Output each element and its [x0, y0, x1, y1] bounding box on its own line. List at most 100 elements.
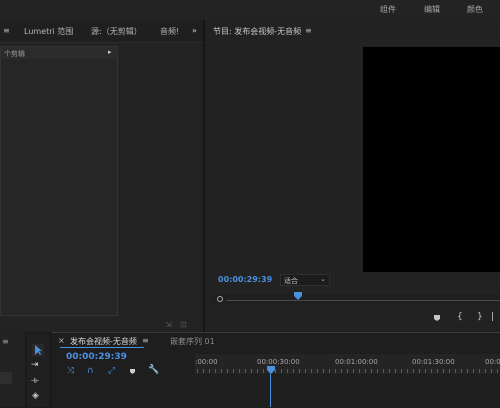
ruler-tick: [371, 369, 372, 373]
menu-icon[interactable]: ≡: [142, 336, 149, 345]
fit-select[interactable]: 适合 ⌄: [280, 274, 330, 286]
ruler-tick: [239, 369, 240, 373]
menu-icon[interactable]: ≡: [3, 26, 10, 35]
project-panel-edge: ≡: [0, 332, 25, 407]
ruler-tick: [263, 369, 264, 373]
linked-selection-icon[interactable]: ⤢: [108, 366, 115, 376]
ruler-tick: [293, 369, 294, 373]
close-icon[interactable]: ×: [58, 336, 65, 345]
ruler-tick: [473, 369, 474, 373]
ruler-tick: [479, 369, 480, 373]
ruler-tick: [323, 369, 324, 373]
ruler-ticks: [197, 369, 498, 373]
ruler-tick: [251, 369, 252, 373]
tab-audio[interactable]: 音频!: [160, 26, 179, 37]
ruler-tick: [311, 369, 312, 373]
mark-out-icon[interactable]: }: [477, 312, 483, 322]
tab-nested-sequence[interactable]: 嵌套序列 01: [170, 336, 215, 347]
playhead-line: [270, 374, 271, 407]
ruler-tick: [461, 369, 462, 373]
export-frame-icon[interactable]: ⇲: [165, 320, 172, 329]
ruler-tick: [437, 369, 438, 373]
track-select-icon[interactable]: ⇥: [31, 360, 39, 370]
chevron-right-icon[interactable]: ▸: [108, 48, 112, 56]
ruler-tick: [359, 369, 360, 373]
ruler-tick: [455, 369, 456, 373]
chevron-down-icon: ⌄: [320, 275, 326, 283]
active-tab-underline: [60, 347, 144, 348]
ruler-tick: [287, 369, 288, 373]
ruler-tick: [377, 369, 378, 373]
program-monitor-title[interactable]: 节目: 发布会视频-无音频: [213, 26, 301, 37]
left-panel: ≡ Lumetri 范围 源:（无剪辑） 音频! » 个剪辑 ▸ ⇲ ⊡: [0, 20, 203, 332]
ripple-edit-icon[interactable]: ⟛: [31, 376, 39, 386]
program-scrub-bar[interactable]: [212, 292, 500, 305]
menu-icon[interactable]: ≡: [2, 337, 9, 346]
video-preview: [363, 47, 500, 272]
go-to-in-icon[interactable]: |: [491, 312, 494, 322]
menu-icon[interactable]: ≡: [305, 26, 312, 35]
ruler-tick: [215, 369, 216, 373]
clip-list-header-label: 个剪辑: [4, 50, 25, 58]
project-item-thumb[interactable]: [0, 372, 12, 384]
clip-list-header: 个剪辑 ▸: [1, 47, 117, 59]
wrench-icon[interactable]: 🔧: [148, 365, 159, 375]
ruler-tick: [467, 369, 468, 373]
ruler-tick: [281, 369, 282, 373]
ruler-tick: [389, 369, 390, 373]
ruler-tick: [341, 369, 342, 373]
mark-in-icon[interactable]: {: [457, 312, 463, 322]
ruler-tick: [329, 369, 330, 373]
playhead-icon[interactable]: [294, 292, 302, 300]
ruler-tick: [413, 369, 414, 373]
ruler-tick: [347, 369, 348, 373]
ruler-tick: [335, 369, 336, 373]
selection-tool-icon[interactable]: [32, 344, 44, 356]
ruler-tick: [401, 369, 402, 373]
ruler-tick: [431, 369, 432, 373]
menu-item-color[interactable]: 颜色: [467, 4, 483, 15]
sequence-timecode[interactable]: 00:00:29:39: [66, 352, 127, 362]
link-icon[interactable]: ∩: [87, 366, 94, 376]
ruler-tick: [497, 369, 498, 373]
menu-item-components[interactable]: 组件: [380, 4, 396, 15]
razor-tool-icon[interactable]: ◈: [32, 391, 39, 401]
ruler-tick: [449, 369, 450, 373]
marker-icon[interactable]: [129, 368, 136, 375]
ruler-tick: [353, 369, 354, 373]
ruler-tick: [209, 369, 210, 373]
marker-icon[interactable]: [433, 314, 441, 322]
ruler-tick: [419, 369, 420, 373]
ruler-tick: [305, 369, 306, 373]
ruler-tick: [383, 369, 384, 373]
ruler-tick: [197, 369, 198, 373]
ruler-tick: [425, 369, 426, 373]
tab-source[interactable]: 源:（无剪辑）: [91, 26, 142, 37]
snap-icon[interactable]: ⤨: [67, 366, 74, 376]
timeline-ruler[interactable]: :00:00 00:00:30:00 00:01:00:00 00:01:30:…: [195, 354, 500, 374]
ruler-tick: [203, 369, 204, 373]
playhead-icon[interactable]: [267, 366, 275, 374]
menu-item-edit[interactable]: 编辑: [424, 4, 440, 15]
chevron-right-icon[interactable]: »: [192, 26, 197, 35]
fit-select-value: 适合: [284, 277, 298, 285]
left-panel-tabs: ≡ Lumetri 范围 源:（无剪辑） 音频! »: [0, 20, 203, 43]
ruler-tick: [233, 369, 234, 373]
output-icon[interactable]: ⊡: [180, 320, 187, 329]
sequence-tab-title[interactable]: 发布会视频-无音频: [70, 336, 137, 347]
ruler-tick: [245, 369, 246, 373]
workspace-bar: 组件 编辑 颜色: [0, 0, 500, 20]
ruler-tick: [227, 369, 228, 373]
ruler-tick: [485, 369, 486, 373]
program-timecode[interactable]: 00:00:29:39: [218, 275, 272, 284]
ruler-tick: [221, 369, 222, 373]
ruler-tick: [317, 369, 318, 373]
ruler-tick: [299, 369, 300, 373]
ruler-tick: [365, 369, 366, 373]
scrub-ruler: [226, 300, 500, 301]
clip-list: 个剪辑 ▸: [0, 46, 118, 316]
ruler-tick: [257, 369, 258, 373]
ruler-tick: [407, 369, 408, 373]
tools-panel: ⇥ ⟛ ◈: [27, 334, 49, 407]
tab-lumetri-scopes[interactable]: Lumetri 范围: [24, 26, 73, 37]
